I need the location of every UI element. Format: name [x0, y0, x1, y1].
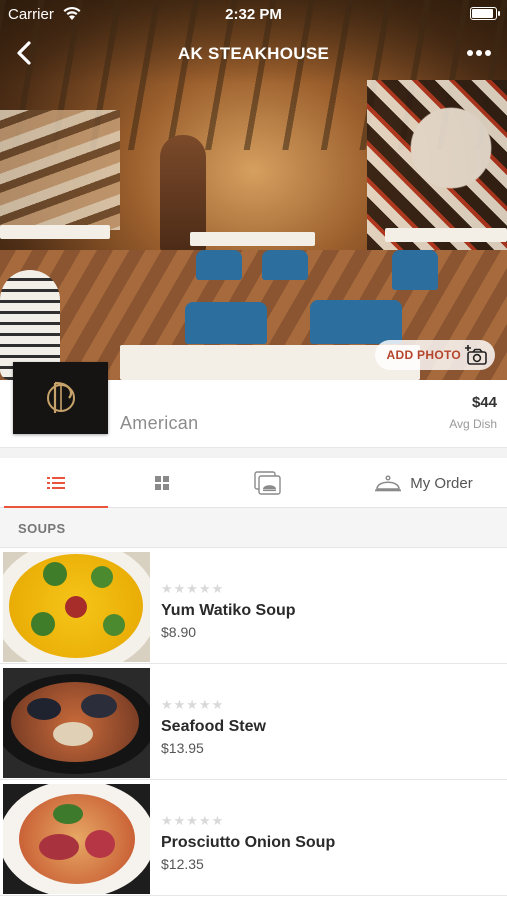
dining-chair	[310, 300, 402, 344]
dining-chair	[185, 302, 267, 344]
dining-chair	[196, 250, 242, 280]
more-options-icon[interactable]	[463, 42, 495, 64]
item-price: $8.90	[161, 624, 197, 640]
tab-my-order[interactable]: My Order	[340, 458, 507, 508]
photo-cards-icon	[254, 471, 281, 495]
grid-icon	[155, 476, 169, 490]
right-mural	[367, 80, 507, 250]
rating-stars: ★★★★★	[161, 813, 225, 828]
camera-plus-icon	[465, 345, 487, 365]
dining-table	[0, 225, 110, 239]
dining-table	[385, 228, 507, 242]
cloche-icon	[375, 475, 402, 492]
rating-stars: ★★★★★	[161, 581, 225, 596]
section-header: SOUPS	[0, 508, 507, 548]
add-photo-label: ADD PHOTO	[386, 348, 461, 362]
item-price: $12.35	[161, 856, 204, 872]
clock: 2:32 PM	[225, 6, 282, 23]
item-name: Seafood Stew	[161, 718, 266, 735]
navigation-bar: AK STEAKHOUSE	[0, 30, 507, 76]
rating-stars: ★★★★★	[161, 697, 225, 712]
list-icon	[47, 477, 65, 489]
dish-photo	[3, 668, 150, 778]
page-title: AK STEAKHOUSE	[177, 44, 330, 63]
avg-price: $44	[471, 394, 497, 411]
restaurant-info: American $44 Avg Dish	[0, 362, 507, 448]
avg-price-label: Avg Dish	[449, 417, 497, 431]
monogram-logo-icon	[46, 381, 75, 413]
menu-item[interactable]: ★★★★★ Seafood Stew $13.95	[0, 664, 507, 780]
section-divider	[0, 448, 507, 458]
item-name: Yum Watiko Soup	[161, 602, 296, 619]
tab-photo-view[interactable]	[212, 458, 324, 508]
restaurant-hero-photo: Carrier 2:32 PM AK STEAKHOUSE ADD PHOTO	[0, 0, 507, 380]
section-title: SOUPS	[18, 521, 66, 536]
battery-level	[472, 9, 493, 18]
cuisine-label: American	[120, 413, 199, 433]
dining-chair	[392, 250, 438, 290]
dish-photo	[3, 784, 150, 894]
my-order-label: My Order	[410, 474, 473, 492]
dining-table	[190, 232, 315, 246]
dish-photo	[3, 552, 150, 662]
menu-tabs: My Order	[0, 458, 507, 508]
add-photo-button[interactable]: ADD PHOTO	[374, 340, 495, 370]
tab-list-view[interactable]	[0, 458, 112, 508]
menu-item[interactable]: ★★★★★ Prosciutto Onion Soup $12.35	[0, 780, 507, 896]
item-price: $13.95	[161, 740, 204, 756]
menu-item[interactable]: ★★★★★ Yum Watiko Soup $8.90	[0, 548, 507, 664]
status-bar: Carrier 2:32 PM	[0, 0, 507, 30]
dining-chair	[262, 250, 308, 280]
battery-icon	[470, 7, 500, 20]
restaurant-logo	[13, 362, 108, 434]
tab-grid-view[interactable]	[112, 458, 212, 508]
item-name: Prosciutto Onion Soup	[161, 834, 336, 851]
left-mural	[0, 110, 120, 230]
